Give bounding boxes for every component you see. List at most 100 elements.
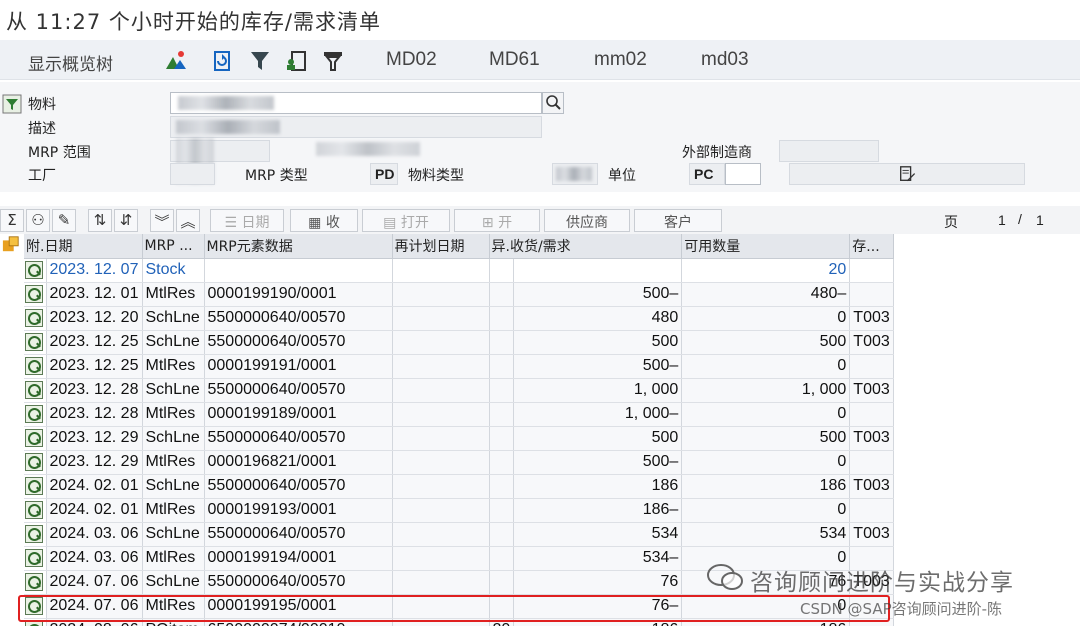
- table-row[interactable]: 2023. 12. 28 SchLne 5500000640/00570 1, 000…: [0, 378, 894, 403]
- exception-cell[interactable]: [489, 570, 515, 595]
- exception-cell[interactable]: [489, 522, 515, 547]
- detail-magnifier-icon[interactable]: [25, 260, 43, 279]
- md02-button[interactable]: MD02: [386, 49, 437, 71]
- header-select-cell[interactable]: [0, 234, 24, 258]
- detail-magnifier-icon[interactable]: [25, 332, 43, 351]
- detail-magnifier-icon[interactable]: [25, 380, 43, 399]
- row-detail-cell[interactable]: [24, 474, 47, 499]
- date-button[interactable]: ☰ 日期: [210, 209, 284, 232]
- detail-magnifier-icon[interactable]: [25, 476, 43, 495]
- detail-magnifier-icon[interactable]: [25, 572, 43, 591]
- row-detail-cell[interactable]: [24, 426, 47, 451]
- column-header-mrp-data[interactable]: MRP元素数据: [204, 234, 393, 259]
- open-button[interactable]: ▤ 打开: [362, 209, 450, 232]
- exception-cell[interactable]: [489, 498, 515, 523]
- mountain-icon[interactable]: [164, 49, 188, 73]
- detail-magnifier-icon[interactable]: [25, 284, 43, 303]
- row-detail-cell[interactable]: [24, 282, 47, 307]
- table-row[interactable]: 2023. 12. 25 MtlRes 0000199191/0001 500– 0: [0, 354, 894, 379]
- exception-cell[interactable]: [489, 426, 515, 451]
- table-row[interactable]: 2023. 12. 29 SchLne 5500000640/00570 500 500…: [0, 426, 894, 451]
- table-row[interactable]: 2024. 03. 06 SchLne 5500000640/00570 534 534…: [0, 522, 894, 547]
- exception-cell[interactable]: [489, 402, 515, 427]
- exception-cell[interactable]: [489, 450, 515, 475]
- reschedule-date-cell: [392, 402, 490, 427]
- detail-magnifier-icon[interactable]: [25, 404, 43, 423]
- md03-button[interactable]: md03: [701, 49, 749, 71]
- overview-tree-button[interactable]: 显示概览树: [28, 50, 113, 75]
- exception-cell[interactable]: [489, 474, 515, 499]
- row-spacer: [0, 354, 24, 378]
- row-detail-cell[interactable]: [24, 522, 47, 547]
- mrp-element-cell: SchLne: [142, 306, 205, 331]
- row-spacer: [0, 282, 24, 306]
- detail-magnifier-icon[interactable]: [25, 356, 43, 375]
- mm02-button[interactable]: mm02: [594, 49, 647, 71]
- column-header-date[interactable]: 附.日期: [24, 234, 143, 259]
- reschedule-date-cell: [392, 354, 490, 379]
- table-row[interactable]: 2023. 12. 01 MtlRes 0000199190/0001 500– 480…: [0, 282, 894, 307]
- material-type-label: 物料类型: [408, 168, 464, 184]
- long-text-field[interactable]: [789, 163, 1025, 185]
- exception-cell[interactable]: [489, 354, 515, 379]
- row-detail-cell[interactable]: [24, 570, 47, 595]
- column-header-storage[interactable]: 存...: [849, 234, 894, 259]
- detail-magnifier-icon[interactable]: [25, 500, 43, 519]
- row-detail-cell[interactable]: [24, 258, 47, 283]
- row-detail-cell[interactable]: [24, 498, 47, 523]
- glasses-icon[interactable]: ⚇: [26, 209, 50, 232]
- row-detail-cell[interactable]: [24, 546, 47, 571]
- exception-cell[interactable]: [489, 330, 515, 355]
- exception-cell[interactable]: [489, 306, 515, 331]
- plant-label: 工厂: [28, 168, 56, 184]
- open2-button[interactable]: ⊞ 开: [454, 209, 540, 232]
- material-tree-icon[interactable]: [2, 94, 22, 114]
- vendor-button[interactable]: 供应商: [544, 209, 630, 232]
- column-exception-label: 异.: [491, 238, 510, 255]
- row-detail-cell[interactable]: [24, 378, 47, 403]
- receive-button[interactable]: ▦ 收: [290, 209, 358, 232]
- exception-cell[interactable]: [489, 282, 515, 307]
- detail-magnifier-icon[interactable]: [25, 428, 43, 447]
- filter-icon[interactable]: [248, 49, 272, 73]
- detail-magnifier-icon[interactable]: [25, 524, 43, 543]
- table-row[interactable]: 2024. 02. 01 SchLne 5500000640/00570 186 186…: [0, 474, 894, 499]
- collapse-all-icon[interactable]: ︾: [150, 209, 174, 232]
- exception-cell[interactable]: [489, 258, 515, 283]
- row-detail-cell[interactable]: [24, 354, 47, 379]
- refresh-icon[interactable]: [210, 49, 234, 73]
- person-list-icon[interactable]: [284, 49, 308, 73]
- exception-cell[interactable]: [489, 546, 515, 571]
- column-header-mrp[interactable]: MRP ...: [142, 234, 205, 259]
- table-row[interactable]: 2023. 12. 20 SchLne 5500000640/00570 480 0 T0…: [0, 306, 894, 331]
- available-quantity-cell: 1, 000: [681, 378, 851, 403]
- sort-ascending-icon[interactable]: ⇅: [88, 209, 112, 232]
- table-row[interactable]: 2023. 12. 07 Stock 20: [0, 258, 894, 283]
- md61-button[interactable]: MD61: [489, 49, 540, 71]
- table-row[interactable]: 2023. 12. 29 MtlRes 0000196821/0001 500– 0: [0, 450, 894, 475]
- customer-button[interactable]: 客户: [634, 209, 722, 232]
- reschedule-date-cell: [392, 474, 490, 499]
- row-detail-cell[interactable]: [24, 306, 47, 331]
- search-button[interactable]: [542, 92, 564, 114]
- row-detail-cell[interactable]: [24, 450, 47, 475]
- exception-cell[interactable]: [489, 378, 515, 403]
- table-row[interactable]: 2023. 12. 28 MtlRes 0000199189/0001 1, 000–…: [0, 402, 894, 427]
- table-row[interactable]: 2023. 12. 25 SchLne 5500000640/00570 500 500…: [0, 330, 894, 355]
- expand-all-icon[interactable]: ︽: [176, 209, 200, 232]
- text-filter-icon[interactable]: [321, 49, 345, 73]
- row-detail-cell[interactable]: [24, 402, 47, 427]
- table-row[interactable]: 2024. 02. 01 MtlRes 0000199193/0001 186– 0: [0, 498, 894, 523]
- sort-descending-icon[interactable]: ⇵: [114, 209, 138, 232]
- sum-icon[interactable]: Σ: [0, 209, 24, 232]
- row-detail-cell[interactable]: [24, 330, 47, 355]
- pencil-icon[interactable]: ✎: [52, 209, 76, 232]
- column-header-exception-qty[interactable]: 异.收货/需求: [489, 234, 683, 259]
- storage-location-cell: [849, 354, 894, 379]
- date-cell: 2023. 12. 28: [46, 402, 143, 427]
- detail-magnifier-icon[interactable]: [25, 548, 43, 567]
- column-header-available[interactable]: 可用数量: [681, 234, 851, 259]
- column-header-reschedule[interactable]: 再计划日期: [392, 234, 490, 259]
- detail-magnifier-icon[interactable]: [25, 308, 43, 327]
- detail-magnifier-icon[interactable]: [25, 452, 43, 471]
